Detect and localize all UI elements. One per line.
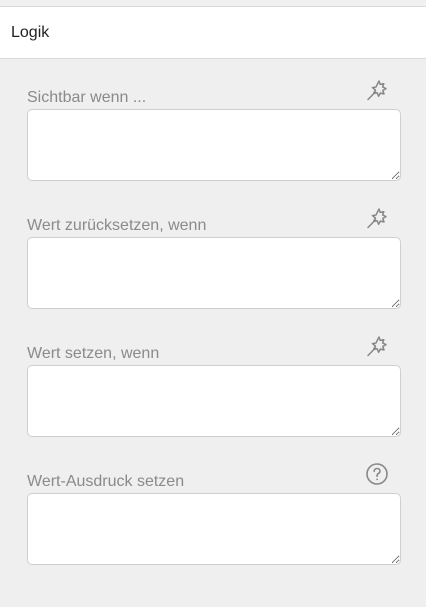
logic-section-header[interactable]: Logik	[0, 6, 426, 59]
visible-if-input[interactable]	[27, 109, 401, 181]
field-label-visible-if: Sichtbar wenn ...	[27, 89, 147, 106]
field-visible-if: Sichtbar wenn ...	[27, 80, 401, 196]
wand-icon[interactable]	[365, 334, 389, 358]
wand-icon[interactable]	[365, 78, 389, 102]
field-set-value-expression: Wert-Ausdruck setzen	[27, 463, 401, 580]
set-value-expression-input[interactable]	[27, 493, 401, 565]
section-title: Logik	[11, 24, 50, 41]
wand-icon[interactable]	[365, 206, 389, 230]
field-label-set-value-expression: Wert-Ausdruck setzen	[27, 473, 185, 490]
reset-if-input[interactable]	[27, 237, 401, 309]
logic-section-body: Sichtbar wenn ... Wert zurücksetzen, wen…	[0, 59, 426, 607]
field-reset-if: Wert zurücksetzen, wenn	[27, 208, 401, 324]
help-icon[interactable]	[365, 462, 389, 486]
set-value-if-input[interactable]	[27, 365, 401, 437]
field-set-value-if: Wert setzen, wenn	[27, 336, 401, 452]
field-label-reset-if: Wert zurücksetzen, wenn	[27, 217, 207, 234]
field-label-set-value-if: Wert setzen, wenn	[27, 345, 160, 362]
